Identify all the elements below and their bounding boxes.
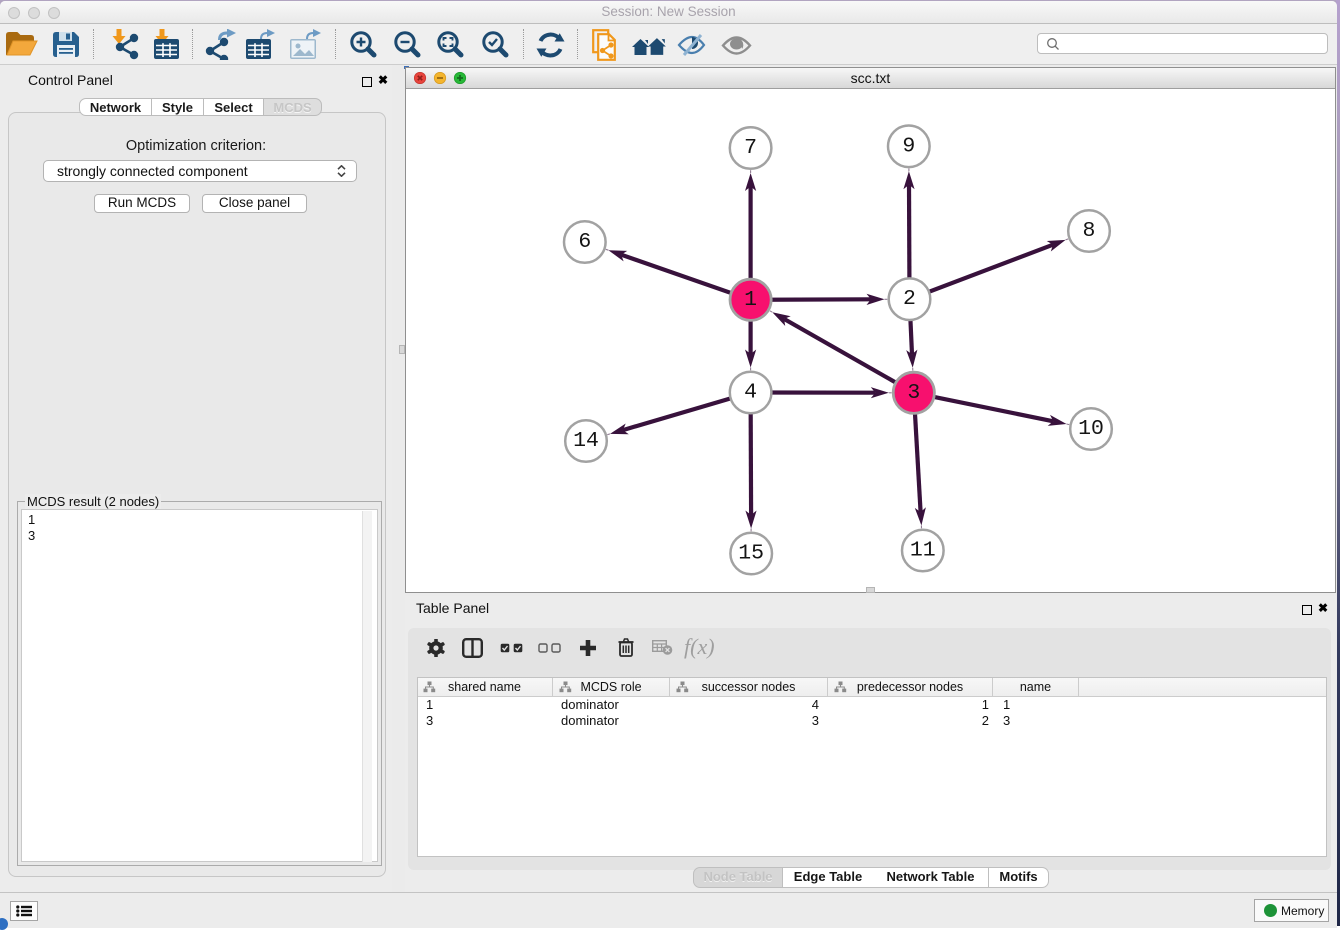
svg-text:15: 15	[738, 542, 764, 566]
svg-text:1: 1	[744, 288, 757, 312]
svg-text:3: 3	[907, 381, 920, 405]
svg-text:6: 6	[578, 230, 591, 254]
svg-text:9: 9	[902, 134, 915, 158]
svg-text:10: 10	[1078, 417, 1104, 441]
svg-text:14: 14	[573, 429, 599, 453]
svg-text:2: 2	[903, 287, 916, 311]
svg-text:4: 4	[744, 381, 757, 405]
svg-text:7: 7	[744, 136, 757, 160]
svg-text:8: 8	[1083, 219, 1096, 243]
svg-text:11: 11	[910, 539, 936, 563]
